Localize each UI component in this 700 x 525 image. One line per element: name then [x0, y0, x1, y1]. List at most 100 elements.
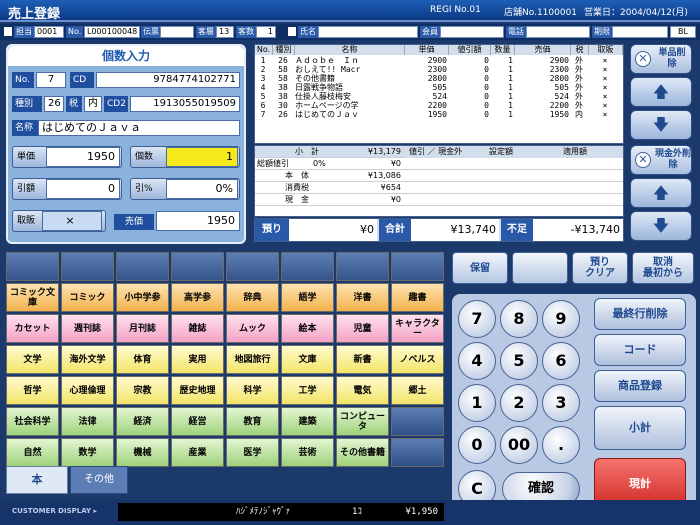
category-button[interactable]: カセット: [6, 314, 59, 343]
azukari-value[interactable]: ¥0: [289, 219, 377, 241]
category-button[interactable]: コミック: [61, 283, 114, 312]
category-button[interactable]: 工学: [281, 376, 334, 405]
table-row[interactable]: 6 30 ホームページの学 2200 0 1 2200 外 ×: [255, 101, 623, 110]
category-button[interactable]: 辞典: [226, 283, 279, 312]
hikiritsu-field[interactable]: 0%: [166, 179, 238, 199]
category-button[interactable]: 雑誌: [171, 314, 224, 343]
zei-field[interactable]: 内: [84, 96, 102, 112]
tel-field[interactable]: [526, 26, 590, 38]
category-button[interactable]: 数学: [61, 438, 114, 467]
kyakusu-field[interactable]: 1: [256, 26, 276, 38]
table-row[interactable]: 3 58 その他書籍 2800 0 1 2800 外 ×: [255, 74, 623, 83]
hozon-button[interactable]: 保留: [452, 252, 508, 284]
key-4[interactable]: 4: [458, 342, 496, 380]
category-button[interactable]: 新書: [336, 345, 389, 374]
name-field[interactable]: はじめてのＪａｖａ: [38, 120, 240, 136]
key-5[interactable]: 5: [500, 342, 538, 380]
table-row[interactable]: 7 26 はじめてのＪａｖ 1950 0 1 1950 内 ×: [255, 110, 623, 119]
category-button[interactable]: 産業: [171, 438, 224, 467]
category-button[interactable]: 経済: [116, 407, 169, 436]
tab-hon[interactable]: 本: [6, 466, 68, 494]
category-button[interactable]: [171, 252, 224, 281]
item-table[interactable]: No. 種別 名称 単価 値引額 数量 売価 税 取販 1 26 Ａｄｏｂｅ Ｉｎ 2…: [254, 44, 624, 144]
category-button[interactable]: 洋書: [336, 283, 389, 312]
category-button[interactable]: 科学: [226, 376, 279, 405]
category-button[interactable]: その他書籍: [336, 438, 389, 467]
key-00[interactable]: 00: [500, 426, 538, 464]
key-2[interactable]: 2: [500, 384, 538, 422]
category-button[interactable]: [6, 252, 59, 281]
category-button[interactable]: 郷土: [391, 376, 444, 405]
table-row[interactable]: 5 38 仕掛人藤枝梅安 524 0 1 524 外 ×: [255, 92, 623, 101]
tanka-field[interactable]: 1950: [46, 147, 120, 167]
kosu-field[interactable]: 1: [166, 147, 238, 167]
blank-action-button[interactable]: [512, 252, 568, 284]
category-button[interactable]: 海外文学: [61, 345, 114, 374]
member-icon[interactable]: [288, 27, 296, 36]
hikigaku-field[interactable]: 0: [46, 179, 120, 199]
denpyo-field[interactable]: [160, 26, 194, 38]
category-button[interactable]: 実用: [171, 345, 224, 374]
kyakuso-field[interactable]: 13: [216, 26, 234, 38]
category-button[interactable]: [61, 252, 114, 281]
category-button[interactable]: 心理倫理: [61, 376, 114, 405]
category-button[interactable]: 小中学参: [116, 283, 169, 312]
scroll-down-button-2[interactable]: 🡇: [630, 211, 692, 241]
category-button[interactable]: 文庫: [281, 345, 334, 374]
saishugyo-sakujo-button[interactable]: 最終行削除: [594, 298, 686, 330]
category-button[interactable]: 高学参: [171, 283, 224, 312]
category-button[interactable]: ムック: [226, 314, 279, 343]
scroll-down-button[interactable]: 🡇: [630, 110, 692, 140]
category-button[interactable]: 宗教: [116, 376, 169, 405]
category-button[interactable]: 哲学: [6, 376, 59, 405]
azukari-clear-button[interactable]: 預り クリア: [572, 252, 628, 284]
cd2-field[interactable]: 1913055019509: [130, 96, 240, 112]
shohin-toroku-button[interactable]: 商品登録: [594, 370, 686, 402]
category-button[interactable]: 電気: [336, 376, 389, 405]
tab-sonota[interactable]: その他: [70, 466, 128, 494]
tanto-field[interactable]: 0001: [34, 26, 64, 38]
key-0[interactable]: 0: [458, 426, 496, 464]
category-button[interactable]: 月刊誌: [116, 314, 169, 343]
torihan-field[interactable]: ×: [42, 211, 102, 231]
shubetsu-field[interactable]: 26: [44, 96, 64, 112]
category-button[interactable]: 語学: [281, 283, 334, 312]
kaiin-field[interactable]: [440, 26, 504, 38]
category-button[interactable]: [281, 252, 334, 281]
key-3[interactable]: 3: [542, 384, 580, 422]
menu-icon[interactable]: [4, 27, 12, 36]
category-button[interactable]: 医学: [226, 438, 279, 467]
key-dot[interactable]: .: [542, 426, 580, 464]
category-button[interactable]: キャラクター: [391, 314, 444, 343]
category-button[interactable]: [391, 252, 444, 281]
category-button[interactable]: 歴史地理: [171, 376, 224, 405]
key-8[interactable]: 8: [500, 300, 538, 338]
category-button[interactable]: [391, 438, 444, 467]
table-row[interactable]: 2 58 おしえて!! Macr 2300 0 1 2300 外 ×: [255, 65, 623, 74]
torikeshi-button[interactable]: 取消 最初から: [632, 252, 694, 284]
scroll-up-button[interactable]: 🡅: [630, 77, 692, 107]
category-button[interactable]: 文学: [6, 345, 59, 374]
category-button[interactable]: 社会科学: [6, 407, 59, 436]
category-button[interactable]: 自然: [6, 438, 59, 467]
category-button[interactable]: [391, 407, 444, 436]
code-button[interactable]: コード: [594, 334, 686, 366]
category-button[interactable]: [226, 252, 279, 281]
category-button[interactable]: コミック文庫: [6, 283, 59, 312]
key-6[interactable]: 6: [542, 342, 580, 380]
category-button[interactable]: ノベルス: [391, 345, 444, 374]
shokei-button[interactable]: 小計: [594, 406, 686, 450]
kikan-field[interactable]: [612, 26, 668, 38]
category-button[interactable]: [336, 252, 389, 281]
category-button[interactable]: 児童: [336, 314, 389, 343]
category-button[interactable]: 地図旅行: [226, 345, 279, 374]
nonCash-list[interactable]: [405, 158, 623, 216]
category-button[interactable]: 法律: [61, 407, 114, 436]
category-button[interactable]: [116, 252, 169, 281]
scroll-up-button-2[interactable]: 🡅: [630, 178, 692, 208]
key-1[interactable]: 1: [458, 384, 496, 422]
cd-field[interactable]: 9784774102771: [96, 72, 240, 88]
category-button[interactable]: 建築: [281, 407, 334, 436]
category-button[interactable]: 趣書: [391, 283, 444, 312]
category-button[interactable]: 週刊誌: [61, 314, 114, 343]
